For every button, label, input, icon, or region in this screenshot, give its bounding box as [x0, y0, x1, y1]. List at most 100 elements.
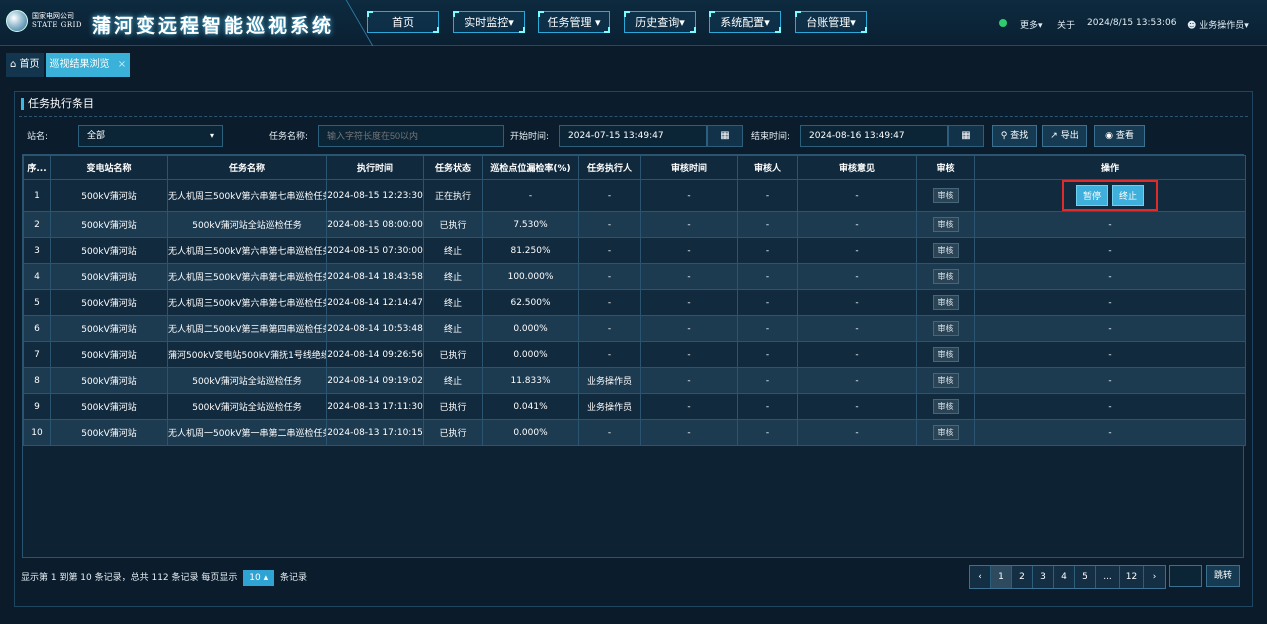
audit-button[interactable]: 审核	[932, 217, 959, 232]
audit-button[interactable]: 审核	[932, 188, 959, 203]
page-3-button[interactable]: 3	[1033, 566, 1054, 588]
audit-button[interactable]: 审核	[932, 243, 959, 258]
panel-divider	[19, 116, 1248, 117]
col-header-audit[interactable]: 审核	[916, 155, 975, 180]
col-header-audit-opinion[interactable]: 审核意见	[797, 155, 917, 180]
cell-exec-time: 2024-08-14 10:53:48	[326, 315, 424, 342]
online-status-icon	[999, 19, 1007, 27]
cell-index: 6	[23, 315, 51, 342]
cell-status: 终止	[423, 315, 483, 342]
view-button[interactable]: ◉ 查看	[1094, 125, 1145, 147]
nav-system-config[interactable]: 系统配置▾	[709, 11, 781, 33]
page-12-button[interactable]: 12	[1120, 566, 1144, 588]
prev-page-button[interactable]: ‹	[970, 566, 991, 588]
page-4-button[interactable]: 4	[1054, 566, 1075, 588]
table-row[interactable]: 10 500kV蒲河站 无人机周一500kV第一串第二串巡检任务 2024-08…	[23, 419, 1246, 446]
col-header-task-name[interactable]: 任务名称	[167, 155, 327, 180]
tab-inspection-results[interactable]: 巡视结果浏览 ×	[45, 53, 131, 77]
cell-exec-time: 2024-08-15 07:30:00	[326, 237, 424, 264]
table-row[interactable]: 2 500kV蒲河站 500kV蒲河站全站巡检任务 2024-08-15 08:…	[23, 211, 1246, 238]
stop-button[interactable]: 终止	[1112, 185, 1145, 206]
audit-button[interactable]: 审核	[932, 425, 959, 440]
user-menu[interactable]: ☻ 业务操作员▾	[1187, 18, 1249, 31]
cell-audit: 审核	[916, 341, 975, 368]
nav-realtime-monitor[interactable]: 实时监控▾	[453, 11, 525, 33]
page-size-select[interactable]: 10 ▴	[243, 570, 275, 586]
col-header-miss-rate[interactable]: 巡检点位漏检率(%)	[482, 155, 579, 180]
cell-station: 500kV蒲河站	[50, 393, 168, 420]
cell-station: 500kV蒲河站	[50, 367, 168, 394]
table-row[interactable]: 5 500kV蒲河站 无人机周三500kV第六串第七串巡检任务 2024-08-…	[23, 289, 1246, 316]
user-name: 业务操作员▾	[1199, 21, 1249, 31]
cell-audit: 审核	[916, 367, 975, 394]
table-row[interactable]: 9 500kV蒲河站 500kV蒲河站全站巡检任务 2024-08-13 17:…	[23, 393, 1246, 420]
audit-button[interactable]: 审核	[932, 321, 959, 336]
table-row[interactable]: 7 500kV蒲河站 蒲河500kV变电站500kV蒲抚1号线绝缘子巡检任务 2…	[23, 341, 1246, 368]
audit-button[interactable]: 审核	[932, 269, 959, 284]
cell-operation: -	[974, 341, 1246, 368]
audit-button[interactable]: 审核	[932, 373, 959, 388]
table-row[interactable]: 1 500kV蒲河站 无人机周三500kV第六串第七串巡检任务 2024-08-…	[23, 179, 1246, 212]
station-select[interactable]: 全部 ▾	[78, 125, 223, 147]
cell-miss-rate: -	[482, 179, 579, 212]
cell-audit-opinion: -	[797, 341, 917, 368]
cell-task-name: 蒲河500kV变电站500kV蒲抚1号线绝缘子巡检任务	[167, 341, 327, 368]
cell-operation: -	[974, 393, 1246, 420]
page-ellipsis: ...	[1096, 566, 1120, 588]
cell-station: 500kV蒲河站	[50, 315, 168, 342]
about-link[interactable]: 关于	[1057, 18, 1075, 31]
nav-ledger-management[interactable]: 台账管理▾	[795, 11, 867, 33]
close-icon[interactable]: ×	[118, 59, 126, 70]
cell-exec-time: 2024-08-14 18:43:58	[326, 263, 424, 290]
cell-audit-time: -	[640, 341, 738, 368]
cell-audit: 审核	[916, 179, 975, 212]
cell-operation: -	[974, 211, 1246, 238]
page-5-button[interactable]: 5	[1075, 566, 1096, 588]
nav-home[interactable]: 首页	[367, 11, 439, 33]
end-time-input[interactable]: 2024-08-16 13:49:47	[800, 125, 948, 147]
cell-miss-rate: 0.000%	[482, 315, 579, 342]
start-time-input[interactable]: 2024-07-15 13:49:47	[559, 125, 707, 147]
tab-home[interactable]: ⌂ 首页	[6, 53, 44, 77]
task-panel: 任务执行条目 站名: 全部 ▾ 任务名称: 开始时间: 2024-07-15 1…	[14, 91, 1253, 607]
nav-task-management[interactable]: 任务管理 ▾	[538, 11, 610, 33]
jump-button[interactable]: 跳转	[1206, 565, 1240, 587]
cell-operation: -	[974, 237, 1246, 264]
cell-index: 8	[23, 367, 51, 394]
page-2-button[interactable]: 2	[1012, 566, 1033, 588]
jump-page-input[interactable]	[1169, 565, 1202, 587]
nav-history-query[interactable]: 历史查询▾	[624, 11, 696, 33]
col-header-operation[interactable]: 操作	[974, 155, 1246, 180]
cell-exec-time: 2024-08-13 17:11:30	[326, 393, 424, 420]
export-button[interactable]: ↗ 导出	[1042, 125, 1087, 147]
audit-button[interactable]: 审核	[932, 399, 959, 414]
more-menu[interactable]: 更多▾	[1020, 18, 1043, 31]
col-header-status[interactable]: 任务状态	[423, 155, 483, 180]
table-row[interactable]: 6 500kV蒲河站 无人机周二500kV第三串第四串巡检任务 2024-08-…	[23, 315, 1246, 342]
table-row[interactable]: 8 500kV蒲河站 500kV蒲河站全站巡检任务 2024-08-14 09:…	[23, 367, 1246, 394]
audit-button[interactable]: 审核	[932, 295, 959, 310]
audit-button[interactable]: 审核	[932, 347, 959, 362]
table-row[interactable]: 3 500kV蒲河站 无人机周三500kV第六串第七串巡检任务 2024-08-…	[23, 237, 1246, 264]
page-1-button[interactable]: 1	[991, 566, 1012, 588]
end-calendar-button[interactable]: ▦	[948, 125, 984, 147]
cell-executor: -	[578, 263, 641, 290]
table-row[interactable]: 4 500kV蒲河站 无人机周三500kV第六串第七串巡检任务 2024-08-…	[23, 263, 1246, 290]
state-grid-logo: 国家电网公司 STATE GRID	[6, 10, 82, 32]
start-calendar-button[interactable]: ▦	[707, 125, 743, 147]
search-button[interactable]: ⚲ 查找	[992, 125, 1037, 147]
next-page-button[interactable]: ›	[1144, 566, 1165, 588]
cell-task-name: 无人机周一500kV第一串第二串巡检任务	[167, 419, 327, 446]
col-header-audit-time[interactable]: 审核时间	[640, 155, 738, 180]
cell-auditor: -	[737, 367, 798, 394]
pause-button[interactable]: 暂停	[1075, 185, 1108, 206]
col-header-index[interactable]: 序...	[23, 155, 51, 180]
col-header-auditor[interactable]: 审核人	[737, 155, 798, 180]
col-header-station[interactable]: 变电站名称	[50, 155, 168, 180]
cell-task-name: 无人机周三500kV第六串第七串巡检任务	[167, 237, 327, 264]
cell-station: 500kV蒲河站	[50, 341, 168, 368]
col-header-exec-time[interactable]: 执行时间	[326, 155, 424, 180]
cell-index: 10	[23, 419, 51, 446]
task-name-input[interactable]	[318, 125, 504, 147]
col-header-executor[interactable]: 任务执行人	[578, 155, 641, 180]
